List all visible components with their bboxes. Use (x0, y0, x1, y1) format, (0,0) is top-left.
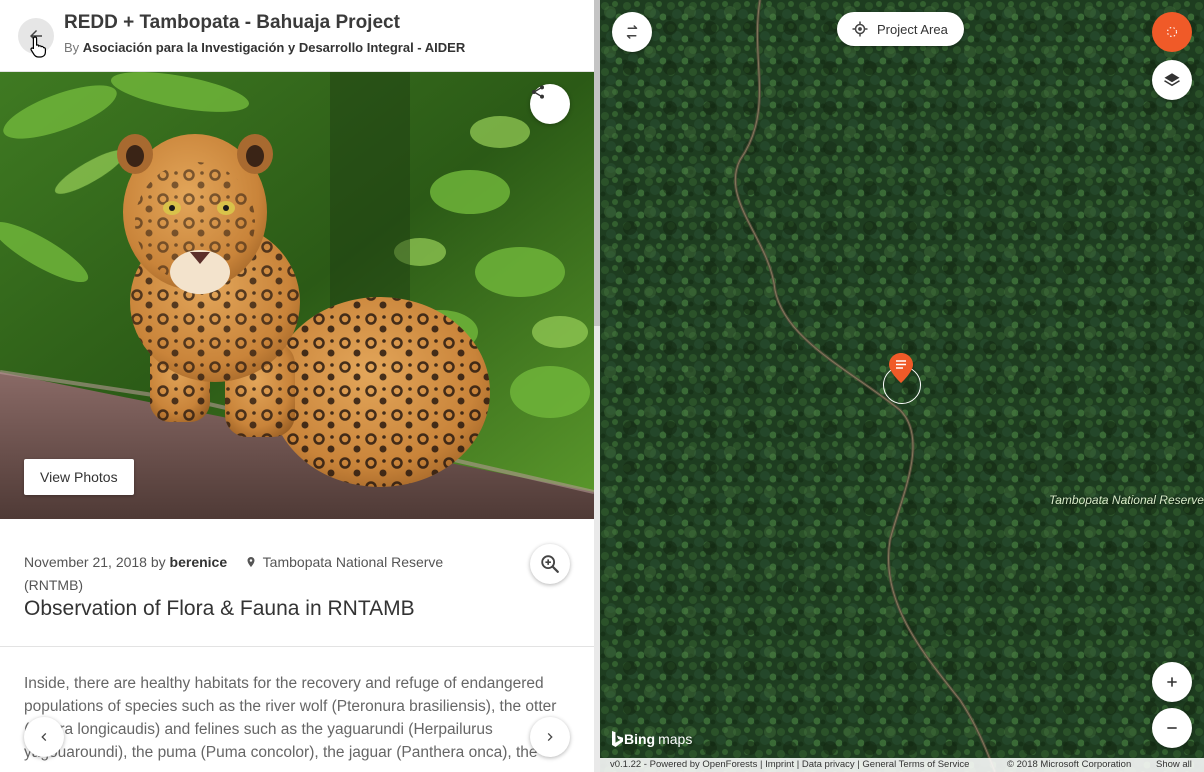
project-header: REDD + Tambopata - Bahuaja Project By As… (0, 0, 594, 72)
next-observation-button[interactable] (530, 717, 570, 757)
observation-photo[interactable]: View Photos (0, 72, 594, 519)
footer-copyright: © 2018 Microsoft Corporation (1007, 759, 1132, 770)
observation-author[interactable]: berenice (170, 554, 228, 570)
location-pin-icon (245, 554, 257, 575)
swap-layout-button[interactable] (612, 12, 652, 52)
footer-links[interactable]: v0.1.22 - Powered by OpenForests | Impri… (610, 758, 969, 772)
bing-logo-icon (612, 731, 623, 747)
reserve-map-label: Tambopata National Reserve (1049, 493, 1204, 507)
zoom-in-button[interactable] (1152, 662, 1192, 702)
app-root: REDD + Tambopata - Bahuaja Project By As… (0, 0, 1204, 772)
zoom-in-icon (541, 555, 559, 573)
jaguar-photo (0, 72, 594, 519)
loading-indicator[interactable] (1152, 12, 1192, 52)
layers-button[interactable] (1152, 60, 1192, 100)
observation-title: Observation of Flora & Fauna in RNTAMB (24, 597, 415, 620)
by-word: by (150, 554, 166, 570)
chevron-left-icon (41, 733, 47, 741)
view-photos-button[interactable]: View Photos (24, 459, 134, 495)
bing-suffix: maps (658, 731, 693, 747)
swap-arrows-icon (626, 25, 638, 39)
previous-observation-button[interactable] (24, 717, 64, 757)
observation-description: Inside, there are healthy habitats for t… (24, 675, 557, 761)
plus-icon (1167, 677, 1177, 687)
by-prefix: By (64, 40, 80, 55)
bing-wordmark: Bing (624, 731, 656, 747)
share-icon (532, 85, 544, 99)
bing-maps-logo: Bing maps (612, 731, 692, 747)
project-title: REDD + Tambopata - Bahuaja Project (64, 12, 400, 33)
hand-cursor-icon (30, 36, 46, 58)
observation-meta: November 21, 2018 by berenice Tambopata … (24, 552, 484, 596)
chevron-right-icon (547, 733, 553, 741)
show-all-link[interactable]: Show all (1156, 758, 1192, 772)
zoom-out-button[interactable] (1152, 708, 1192, 748)
map-footer: v0.1.22 - Powered by OpenForests | Impri… (600, 758, 1204, 772)
project-area-label: Project Area (877, 21, 948, 37)
project-owner: By Asociación para la Investigación y De… (64, 40, 465, 55)
organization-name[interactable]: Asociación para la Investigación y Desar… (83, 40, 465, 55)
layers-icon (1164, 73, 1180, 87)
observation-panel: REDD + Tambopata - Bahuaja Project By As… (0, 0, 594, 772)
observation-marker-icon[interactable] (889, 353, 913, 383)
satellite-map[interactable]: Project Area Tambopata National Reserve … (600, 0, 1204, 772)
observation-location-code: (RNTMB) (24, 577, 84, 593)
loading-spinner-icon (1166, 26, 1178, 38)
crosshair-icon (852, 21, 868, 37)
minus-icon (1167, 727, 1177, 729)
zoom-to-observation-button[interactable] (530, 544, 570, 584)
share-button[interactable] (530, 84, 570, 124)
observation-date: November 21, 2018 (24, 554, 147, 570)
observation-location[interactable]: Tambopata National Reserve (263, 554, 444, 570)
project-area-button[interactable]: Project Area (837, 12, 964, 46)
divider (0, 646, 594, 647)
